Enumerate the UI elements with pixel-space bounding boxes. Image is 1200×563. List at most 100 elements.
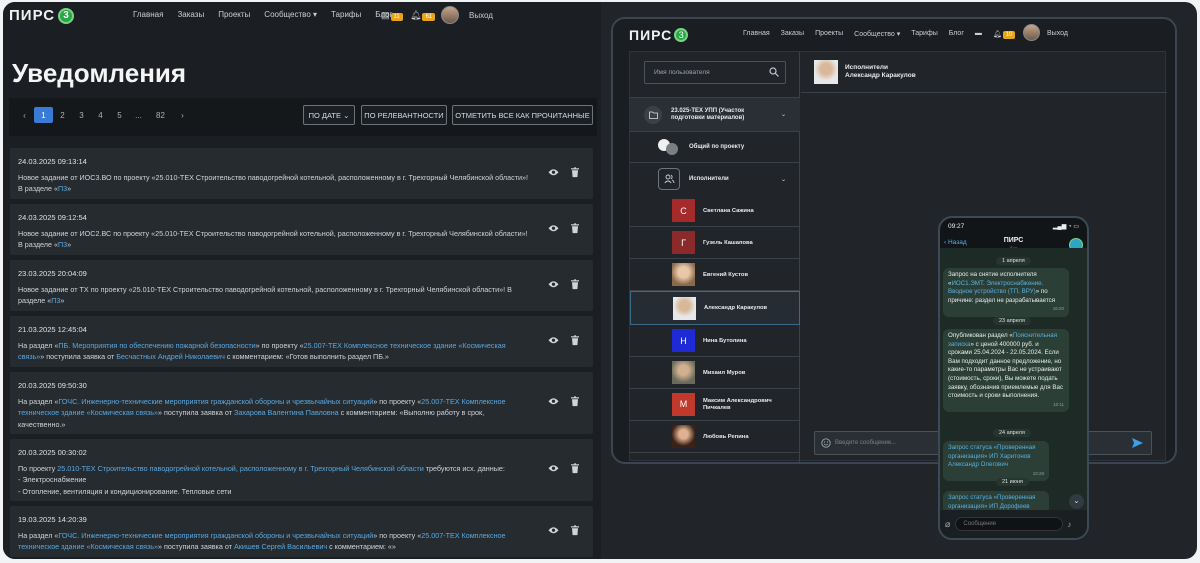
notifications-button[interactable]: 🔔︎ 10 [993, 30, 1016, 39]
section-link[interactable]: П3 [51, 296, 60, 305]
logout-link[interactable]: Выход [1047, 30, 1068, 37]
trash-icon[interactable] [571, 334, 579, 349]
avatar [672, 361, 695, 384]
nav-item-blog[interactable]: Блог [949, 30, 964, 39]
section-link[interactable]: ПБ. Мероприятия по обеспечению пожарной … [58, 341, 255, 350]
eye-icon[interactable] [548, 397, 559, 409]
project-link[interactable]: 25.010-ТЕХ Строительство паводогрейной к… [57, 464, 423, 473]
nav-item-tariffs[interactable]: Тарифы [911, 30, 937, 39]
search-icon[interactable] [769, 67, 779, 79]
user-search-input[interactable]: Имя пользователя [644, 61, 786, 84]
user-avatar[interactable] [1023, 24, 1040, 41]
bell-icon: 🔔︎ [410, 10, 422, 20]
emoji-icon[interactable] [821, 438, 831, 450]
phone-chat-title: ПИРС [1003, 237, 1024, 244]
contact-item[interactable]: Н Нина Бутолина [630, 325, 800, 357]
section-link[interactable]: П3 [58, 184, 67, 193]
contact-item[interactable]: Любовь Репина [630, 421, 800, 453]
notification-item[interactable]: 24.03.2025 09:12:54 Новое задание от ИОС… [10, 204, 593, 255]
nav-item-orders[interactable]: Заказы [781, 30, 804, 39]
messages-button[interactable]: ▤ 11 [381, 10, 403, 21]
notification-text: Новое задание от ТХ по проекту «25.010-Т… [18, 284, 512, 306]
nav-item-orders[interactable]: Заказы [177, 10, 204, 19]
date-separator: 23 апреля [993, 317, 1031, 325]
chat-icon[interactable]: ▬ [975, 30, 982, 39]
logo[interactable]: ПИРС 3 [9, 7, 75, 24]
notification-date: 24.03.2025 09:12:54 [18, 213, 87, 222]
chevron-down-icon[interactable]: ⌄ [781, 111, 786, 118]
user-link[interactable]: Акишев Сергей Васильевич [234, 542, 327, 551]
nav-item-community[interactable]: Сообщество ▾ [264, 10, 317, 19]
section-link[interactable]: ГОЧС. Инженерно-технические мероприятия … [58, 531, 373, 540]
avatar: Г [672, 231, 695, 254]
chat-logo[interactable]: ПИРС 3 [629, 27, 689, 43]
notification-date: 19.03.2025 14:20:39 [18, 515, 87, 524]
message-bubble: Опубликован раздел «Пояснительная записк… [943, 329, 1069, 413]
trash-icon[interactable] [571, 463, 579, 477]
message-bubble: Запрос статуса «Проверенная организация»… [943, 441, 1049, 482]
eye-icon[interactable] [548, 168, 559, 180]
contact-item[interactable]: М Максим Александрович Пичкалев [630, 389, 800, 421]
page-3[interactable]: 3 [72, 107, 91, 123]
phone-input-bar: ⌀ Сообщение ♪ [940, 510, 1087, 538]
trash-icon[interactable] [571, 166, 579, 181]
notification-item[interactable]: 21.03.2025 12:45:04 На раздел «ПБ. Мероп… [10, 316, 593, 367]
page-1[interactable]: 1 [34, 107, 53, 123]
sort-by-relevance-button[interactable]: ПО РЕЛЕВАНТНОСТИ [361, 105, 447, 125]
contact-item[interactable]: Г Гузель Кашапова [630, 227, 800, 259]
eye-icon[interactable] [548, 224, 559, 236]
notification-item[interactable]: 23.03.2025 20:04:09 Новое задание от ТХ … [10, 260, 593, 311]
nav-item-tariffs[interactable]: Тарифы [331, 10, 361, 19]
notification-item[interactable]: 19.03.2025 14:20:39 На раздел «ГОЧС. Инж… [10, 506, 593, 557]
nav-item-home[interactable]: Главная [133, 10, 163, 19]
contact-item[interactable]: Евгений Кустов [630, 259, 800, 291]
nav-item-community[interactable]: Сообщество ▾ [854, 30, 900, 39]
page-ellipsis: ... [135, 110, 142, 120]
prev-page-icon[interactable]: ‹ [15, 107, 34, 123]
notification-item[interactable]: 20.03.2025 00:30:02 По проекту 25.010-ТЕ… [10, 439, 593, 501]
section-link[interactable]: ГОЧС. Инженерно-технические мероприятия … [58, 397, 373, 406]
trash-icon[interactable] [571, 524, 579, 539]
notification-item[interactable]: 24.03.2025 09:13:14 Новое задание от ИОС… [10, 148, 593, 199]
project-group[interactable]: 23.025-ТЕХ УПП (Участок подготовки матер… [630, 97, 800, 131]
page-5[interactable]: 5 [110, 107, 129, 123]
notification-item[interactable]: 20.03.2025 09:50:30 На раздел «ГОЧС. Инж… [10, 372, 593, 434]
page-4[interactable]: 4 [91, 107, 110, 123]
chevron-down-icon[interactable]: ⌄ [781, 176, 786, 183]
mark-all-read-button[interactable]: ОТМЕТИТЬ ВСЕ КАК ПРОЧИТАННЫЕ [452, 105, 593, 125]
top-nav: ПИРС 3 Главная Заказы Проекты Сообщество… [3, 2, 601, 30]
microphone-icon[interactable]: ♪ [1067, 520, 1071, 529]
nav-item-projects[interactable]: Проекты [218, 10, 250, 19]
trash-icon[interactable] [571, 396, 579, 410]
send-icon[interactable] [1132, 438, 1143, 450]
page-2[interactable]: 2 [53, 107, 72, 123]
nav-item-home[interactable]: Главная [743, 30, 770, 39]
eye-icon[interactable] [548, 280, 559, 292]
sort-by-date-select[interactable]: ПО ДАТЕ ⌄ [303, 105, 355, 125]
logout-link[interactable]: Выход [469, 11, 493, 20]
phone-message-input[interactable]: Сообщение [955, 517, 1064, 531]
contact-item[interactable]: Михаил Муров [630, 357, 800, 389]
trash-icon[interactable] [571, 222, 579, 237]
next-page-icon[interactable]: › [173, 107, 192, 123]
user-link[interactable]: Захарова Валентина Павловна [234, 408, 339, 417]
eye-icon[interactable] [548, 336, 559, 348]
user-link[interactable]: Бесчастных Андрей Николаевич [116, 352, 225, 361]
contact-item[interactable]: С Светлана Сажина [630, 195, 800, 227]
scroll-down-button[interactable]: ⌄ [1069, 494, 1084, 509]
notification-date: 21.03.2025 12:45:04 [18, 325, 87, 334]
executors-group[interactable]: Исполнители ⌄ [630, 162, 800, 195]
general-chat-item[interactable]: Общий по проекту [630, 131, 800, 162]
contact-item-active[interactable]: Александр Каракулов [630, 291, 800, 325]
page-82[interactable]: 82 [148, 107, 173, 123]
notification-text: На раздел «ГОЧС. Инженерно-технические м… [18, 396, 506, 429]
nav-item-projects[interactable]: Проекты [815, 30, 843, 39]
notifications-button[interactable]: 🔔︎ 61 [410, 10, 436, 21]
trash-icon[interactable] [571, 278, 579, 293]
attach-icon[interactable]: ⌀ [945, 519, 950, 530]
eye-icon[interactable] [548, 464, 559, 476]
section-link[interactable]: П3 [58, 240, 67, 249]
user-avatar[interactable] [441, 6, 459, 24]
chat-window: ПИРС 3 Главная Заказы Проекты Сообщество… [611, 17, 1177, 464]
eye-icon[interactable] [548, 526, 559, 538]
